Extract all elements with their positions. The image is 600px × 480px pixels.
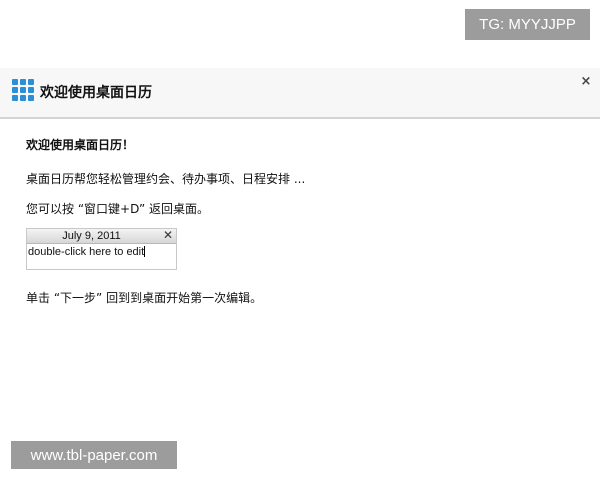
widget-date: July 9, 2011	[62, 230, 121, 242]
calendar-grid-icon	[12, 79, 34, 103]
calendar-note-widget[interactable]: July 9, 2011 ✕ double-click here to edit	[26, 228, 177, 270]
widget-header: July 9, 2011 ✕	[27, 228, 176, 244]
watermark-top: TG: MYYJJPP	[465, 9, 590, 40]
close-button[interactable]: ×	[578, 74, 594, 90]
intro-text: 桌面日历帮您轻松管理约会、待办事项、日程安排 ...	[26, 172, 306, 186]
window-titlebar: 欢迎使用桌面日历 ×	[0, 68, 600, 119]
text-cursor	[144, 246, 146, 257]
welcome-heading: 欢迎使用桌面日历！	[26, 138, 135, 152]
next-step-text: 单击 “下一步” 回到到桌面开始第一次编辑。	[26, 291, 263, 305]
widget-edit-field[interactable]: double-click here to edit	[27, 244, 176, 260]
widget-close-icon[interactable]: ✕	[163, 228, 173, 242]
window-title: 欢迎使用桌面日历	[40, 85, 152, 101]
watermark-bottom: www.tbl-paper.com	[11, 441, 177, 469]
widget-edit-text: double-click here to edit	[28, 246, 145, 258]
shortcut-text: 您可以按 “窗口键+D” 返回桌面。	[26, 202, 210, 216]
